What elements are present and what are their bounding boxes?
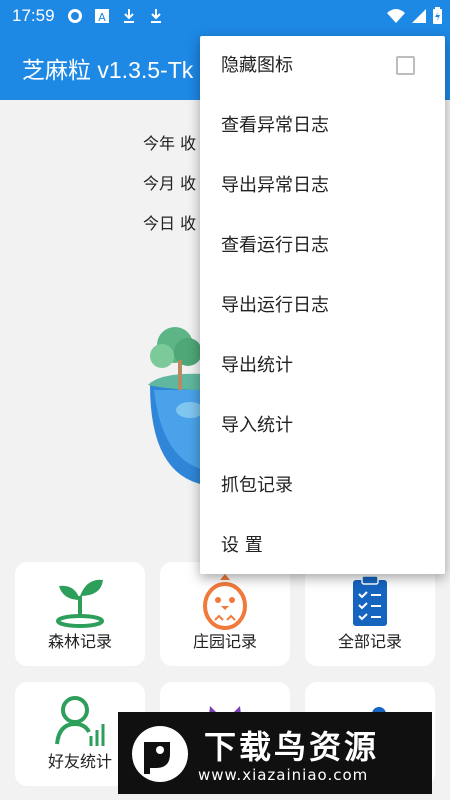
menu-item-settings[interactable]: 设 置 <box>200 516 445 576</box>
clipboard-icon <box>353 575 387 626</box>
download-icon <box>124 9 134 23</box>
card-label: 森林记录 <box>47 632 112 651</box>
watermark-banner: 下载鸟资源 www.xiazainiao.com <box>118 712 432 794</box>
user-chart-icon <box>55 696 105 746</box>
sprout-icon <box>56 579 104 628</box>
menu-item-import-stats[interactable]: 导入统计 <box>200 396 445 456</box>
menu-item-export-run-log[interactable]: 导出运行日志 <box>200 276 445 336</box>
battery-icon <box>433 7 442 24</box>
svg-text:A: A <box>98 11 106 24</box>
stats-block: 今年 收 今月 收 今日 收 <box>143 124 196 244</box>
stat-month: 今月 收 <box>143 174 197 193</box>
menu-item-hide-icon[interactable]: 隐藏图标 <box>200 36 445 96</box>
menu-item-capture-record[interactable]: 抓包记录 <box>200 456 445 516</box>
app-title: 芝麻粒 v1.3.5-Tk <box>22 57 194 83</box>
wifi-icon <box>387 9 405 23</box>
stat-day: 今日 收 <box>143 214 197 233</box>
bird-logo-icon <box>132 726 188 782</box>
a-letter-icon: A <box>95 9 109 24</box>
menu-item-label: 隐藏图标 <box>221 55 293 76</box>
menu-item-export-stats[interactable]: 导出统计 <box>200 336 445 396</box>
all-record-card[interactable]: 全部记录 <box>305 562 435 666</box>
watermark-title: 下载鸟资源 <box>204 728 380 766</box>
menu-item-view-error-log[interactable]: 查看异常日志 <box>200 96 445 156</box>
download-icon <box>151 9 161 23</box>
status-bar: 17:59 A <box>0 0 450 33</box>
forest-record-card[interactable]: 森林记录 <box>15 562 145 666</box>
status-time: 17:59 <box>12 6 55 25</box>
hide-icon-checkbox[interactable] <box>396 56 415 75</box>
signal-icon <box>412 9 426 23</box>
chick-icon <box>203 574 247 630</box>
card-label: 庄园记录 <box>192 632 257 651</box>
watermark-url: www.xiazainiao.com <box>198 766 369 784</box>
menu-item-export-error-log[interactable]: 导出异常日志 <box>200 156 445 216</box>
stat-year: 今年 收 <box>143 134 197 153</box>
card-label: 全部记录 <box>337 632 402 651</box>
overflow-menu: 隐藏图标 查看异常日志 导出异常日志 查看运行日志 导出运行日志 导出统计 导入… <box>200 36 445 574</box>
menu-item-view-run-log[interactable]: 查看运行日志 <box>200 216 445 276</box>
circle-app-icon <box>68 9 82 23</box>
farm-record-card[interactable]: 庄园记录 <box>160 562 290 666</box>
